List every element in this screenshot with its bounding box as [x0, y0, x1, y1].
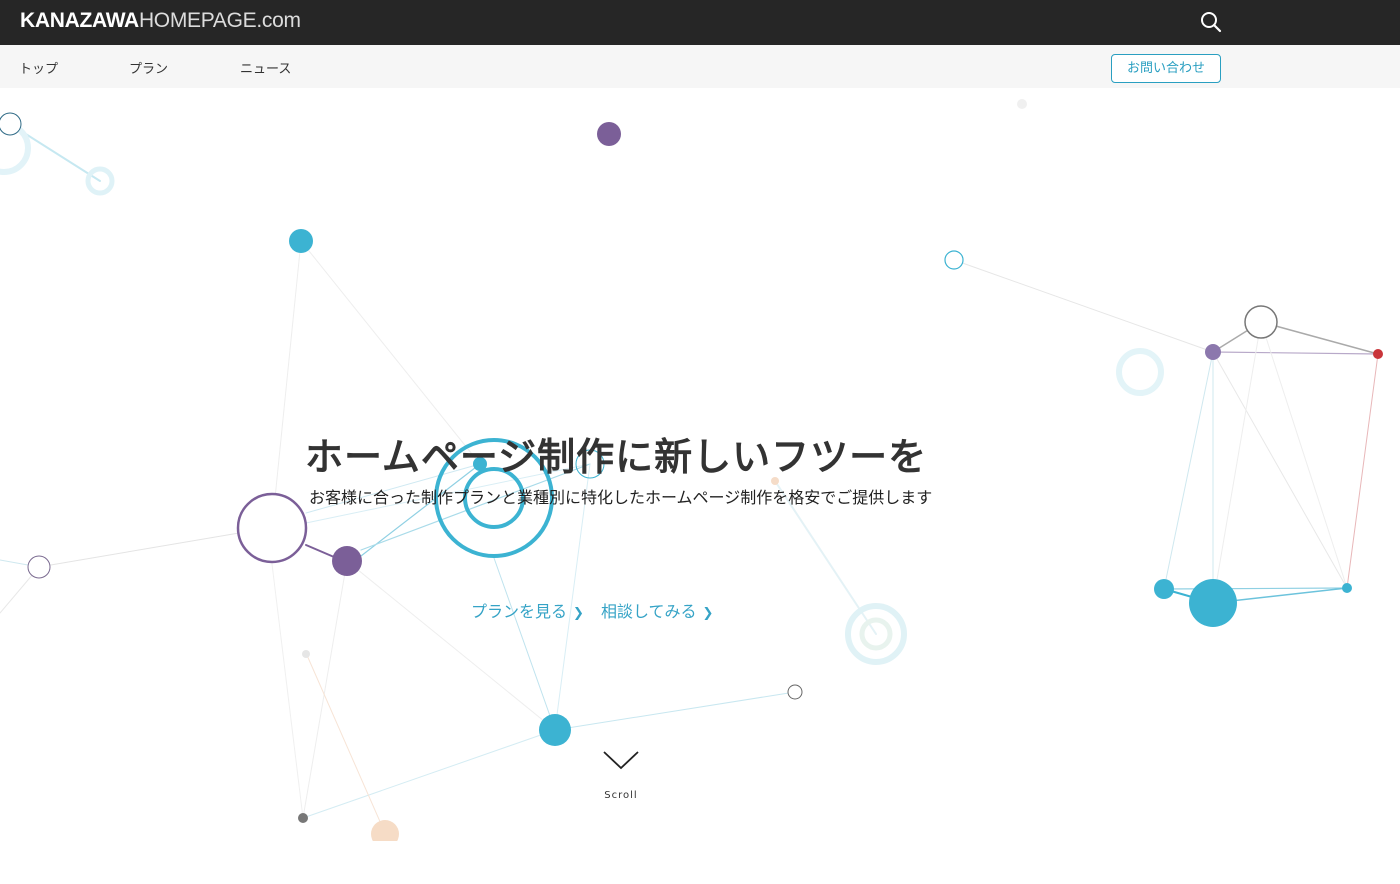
top-bar: KANAZAWAHOMEPAGE.com [0, 0, 1400, 45]
scroll-label: Scroll [604, 790, 638, 801]
chevron-down-icon [603, 751, 639, 770]
nav-item-news[interactable]: ニュース [240, 58, 291, 77]
consult-link[interactable]: 相談してみる ❯ [601, 598, 713, 622]
scroll-indicator[interactable]: Scroll [600, 748, 642, 808]
hero-subline: お客様に合った制作プランと業種別に特化したホームページ制作を格安でご提供します [309, 488, 933, 507]
logo-thin-text: HOMEPAGE.com [138, 9, 301, 32]
view-plans-link[interactable]: プランを見る ❯ [471, 598, 584, 622]
hero-section: ホームページ制作に新しいフツーを お客様に合った制作プランと業種別に特化したホー… [0, 88, 1400, 841]
view-plans-label: プランを見る [471, 602, 568, 621]
search-button[interactable] [1199, 10, 1223, 34]
logo-bold-text: KANAZAWA [20, 9, 139, 32]
site-logo[interactable]: KANAZAWAHOMEPAGE.com [20, 8, 301, 34]
chevron-right-icon: ❯ [573, 606, 584, 621]
nav-item-top[interactable]: トップ [19, 58, 58, 77]
main-nav: トップ プラン ニュース お問い合わせ [0, 45, 1400, 88]
contact-button[interactable]: お問い合わせ [1111, 54, 1221, 83]
hero-headline: ホームページ制作に新しいフツーを [305, 435, 928, 479]
nav-item-plans[interactable]: プラン [129, 58, 168, 77]
search-icon [1201, 12, 1222, 33]
consult-label: 相談してみる [601, 602, 697, 621]
chevron-right-icon: ❯ [702, 606, 714, 621]
